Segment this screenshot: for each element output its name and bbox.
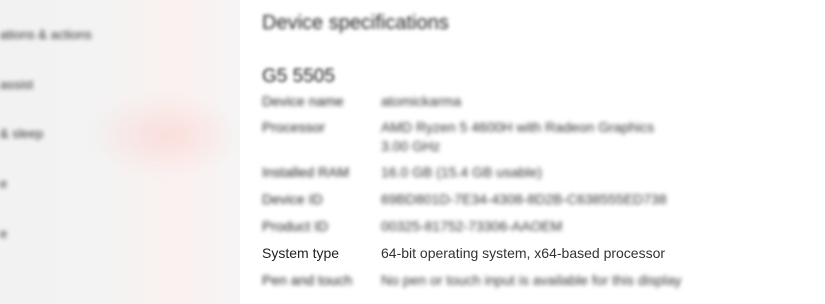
spec-label-installed-ram: Installed RAM — [262, 164, 350, 180]
spec-label-system-type: System type — [262, 245, 340, 261]
spec-label-processor: Processor — [262, 119, 326, 135]
navigation-pane: ations & actions assist & sleep e e — [0, 0, 240, 304]
section-title: Device specifications — [262, 12, 449, 34]
main-content: Device specifications G5 5505 Device nam… — [240, 0, 825, 304]
spec-label-device-id: Device ID — [262, 191, 323, 207]
spec-value-pen-touch: No pen or touch input is available for t… — [381, 272, 682, 288]
spec-value-device-name: atomickarma — [381, 93, 462, 109]
settings-window: ations & actions assist & sleep e e Devi… — [0, 0, 825, 304]
nav-item-storage[interactable]: e — [0, 176, 7, 191]
nav-item-tablet[interactable]: e — [0, 226, 7, 241]
spec-value-device-id: 69BD801D-7E34-4308-8D2B-C638555ED738 — [381, 191, 667, 207]
nav-item-focus-assist[interactable]: assist — [0, 77, 33, 92]
device-model-name: G5 5505 — [262, 66, 335, 87]
spec-value-system-type: 64-bit operating system, x64-based proce… — [381, 245, 666, 261]
spec-value-processor-speed: 3.00 GHz — [381, 138, 441, 154]
spec-label-pen-touch: Pen and touch — [262, 272, 353, 288]
nav-item-power-sleep[interactable]: & sleep — [0, 126, 43, 141]
spec-value-installed-ram: 16.0 GB (15.4 GB usable) — [381, 164, 543, 180]
spec-value-processor: AMD Ryzen 5 4600H with Radeon Graphics — [381, 119, 655, 135]
spec-label-device-name: Device name — [262, 93, 344, 109]
sidebar-highlight — [90, 95, 240, 175]
spec-value-product-id: 00325-81752-73306-AAOEM — [381, 218, 563, 234]
nav-item-notifications-actions[interactable]: ations & actions — [0, 27, 92, 42]
spec-label-product-id: Product ID — [262, 218, 329, 234]
